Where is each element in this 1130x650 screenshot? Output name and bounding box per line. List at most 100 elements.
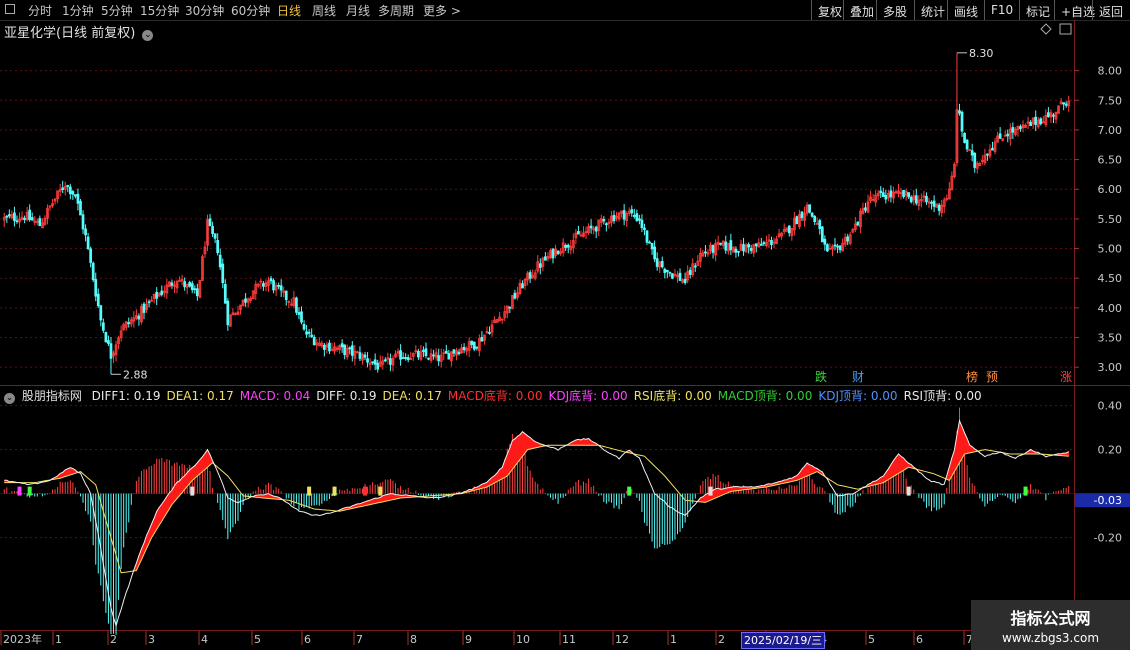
candle-body [193, 288, 197, 291]
price-tick-label: 4.00 [1098, 302, 1123, 315]
candle-body [508, 306, 512, 309]
candle-body [889, 190, 893, 198]
diamond-icon [1040, 23, 1052, 35]
candle-body [602, 219, 606, 222]
candle-body [472, 341, 476, 350]
candle-body [470, 340, 474, 345]
candle-body [137, 315, 141, 320]
candle-body [96, 293, 100, 307]
signal-marker [708, 486, 713, 496]
x-axis-label: 5 [254, 633, 261, 646]
cross-fill-group [3, 420, 1070, 572]
candle-body [846, 236, 850, 242]
candle-body [348, 347, 352, 350]
signal-marker [378, 486, 383, 496]
candle-body [930, 201, 933, 204]
candle-body [447, 353, 451, 360]
candle-body [640, 219, 644, 229]
cross-fill [900, 455, 904, 473]
candle-body [719, 242, 723, 245]
candle-body [404, 357, 408, 359]
candle-body [544, 256, 547, 261]
candle-body [879, 190, 883, 194]
candle-body [808, 204, 811, 213]
price-tick-label: 8.00 [1098, 65, 1123, 78]
x-axis-label: 9 [465, 633, 472, 646]
candle-body [724, 241, 728, 251]
candle-body [937, 204, 941, 211]
candle-body [1039, 118, 1043, 125]
candle-body [704, 251, 707, 254]
candle-body [71, 191, 75, 195]
candle-body [513, 292, 517, 299]
candle-body [297, 312, 301, 315]
candle-body [800, 211, 804, 219]
candle-body [638, 218, 641, 221]
cross-fill [527, 435, 531, 450]
candle-body [754, 243, 758, 247]
candle-body [737, 250, 740, 253]
candle-body [223, 284, 227, 304]
cross-fill [898, 453, 902, 474]
candle-body [427, 357, 430, 360]
current-value-label: -0.03 [1094, 494, 1122, 507]
candle-body [452, 349, 456, 354]
candle-body [109, 343, 113, 359]
candle-body [630, 209, 634, 214]
candle-body [399, 350, 402, 360]
price-tick-label: 6.00 [1098, 183, 1123, 196]
candle-body [190, 283, 194, 291]
candle-body [749, 248, 753, 251]
watermark-title: 指标公式网 [1010, 609, 1091, 628]
candle-body [665, 269, 669, 272]
candle-body [747, 244, 750, 248]
candle-body [81, 214, 85, 230]
candle-body [564, 245, 568, 248]
candle-body [823, 238, 827, 245]
candle-body [84, 228, 87, 236]
candle-body [653, 246, 656, 260]
candle-body [612, 214, 616, 222]
candle-body [1006, 133, 1010, 137]
candle-body [991, 147, 994, 151]
candle-body [284, 290, 288, 301]
candle-body [401, 357, 405, 359]
candle-body [422, 349, 425, 352]
candle-body [213, 233, 217, 239]
candle-body [820, 226, 824, 243]
candle-body [444, 350, 448, 354]
x-axis-label: 11 [562, 633, 576, 646]
event-label: 跌 [815, 369, 827, 384]
candle-body [970, 150, 974, 156]
candle-body [89, 248, 93, 263]
candle-body [74, 194, 77, 197]
candle-body [729, 240, 733, 251]
candle-body [170, 282, 174, 286]
cross-fill [809, 464, 813, 476]
candle-body [577, 231, 580, 235]
candle-body [312, 336, 316, 346]
candle-body [279, 285, 283, 291]
macd-histogram [3, 407, 1070, 635]
candle-body [30, 217, 34, 221]
candle-body [183, 281, 187, 288]
candle-body [968, 149, 972, 152]
price-tick-label: 5.50 [1098, 213, 1123, 226]
macd-tick-label: -0.20 [1094, 532, 1122, 545]
signal-marker [906, 486, 911, 496]
diff-line [4, 418, 1069, 628]
candle-body [762, 242, 766, 245]
candle-body [307, 331, 311, 334]
x-axis-label: 2 [110, 633, 117, 646]
candle-body [462, 346, 466, 351]
candle-body [660, 260, 664, 268]
cross-fill [385, 494, 389, 502]
candle-body [376, 362, 380, 370]
x-axis-label: 2023年 [3, 632, 42, 646]
x-axis-label: 2 [718, 633, 725, 646]
stock-chart-svg[interactable]: 8.00 7.50 7.00 6.50 6.00 5.50 5.00 4.50 4.00 3.50… [0, 0, 1130, 650]
candle-body [101, 322, 105, 331]
candle-body [216, 239, 220, 254]
macd-tick-label: 0.20 [1098, 444, 1123, 457]
candle-body [61, 187, 65, 190]
